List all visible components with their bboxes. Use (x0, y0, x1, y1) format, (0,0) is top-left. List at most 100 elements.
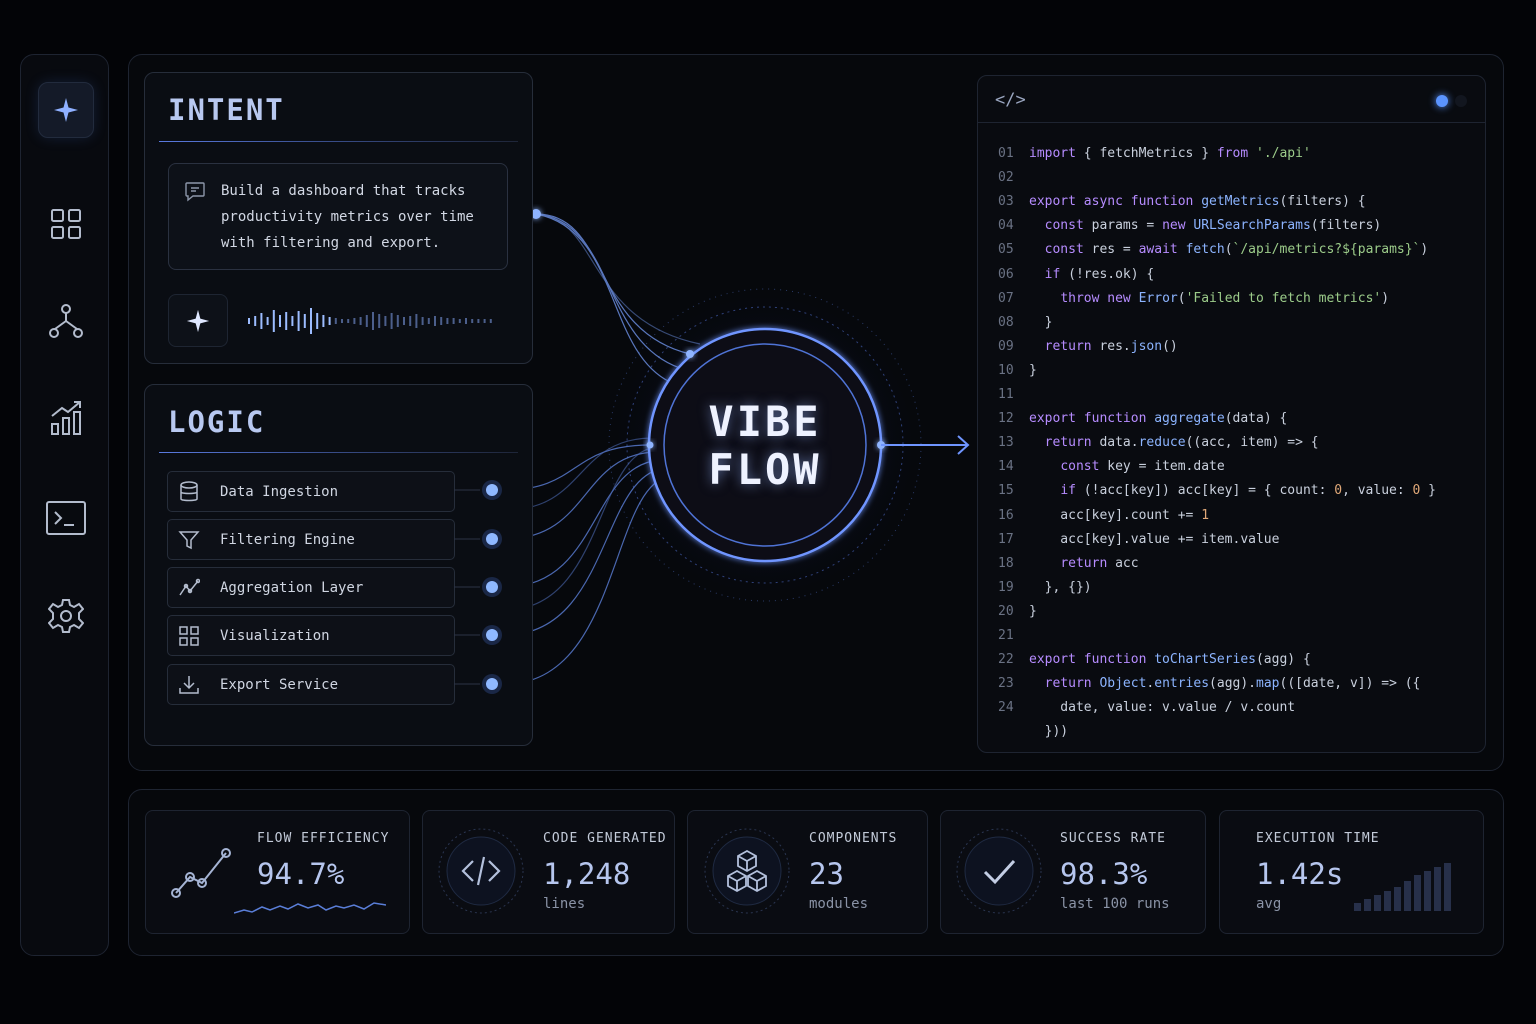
line-number: 13 (998, 435, 1014, 451)
line-number: 09 (998, 338, 1014, 354)
line-code: acc[key].value += item.value (1029, 531, 1280, 547)
sparkle-icon (186, 309, 210, 332)
waveform-bar (272, 310, 275, 332)
stat-sub: modules (809, 896, 869, 912)
waveform-bar (477, 319, 480, 323)
bars-icon (1354, 863, 1451, 911)
line-number: 18 (998, 555, 1014, 571)
line-code: } (1029, 314, 1053, 330)
sparkline (234, 902, 386, 914)
line-code: return data.reduce((acc, item) => { (1044, 435, 1319, 451)
waveform-bar (483, 319, 486, 323)
logic-divider (159, 452, 518, 453)
intent-divider (159, 141, 518, 142)
logic-item-visualization[interactable]: Visualization (167, 615, 455, 656)
prompt-line: productivity metrics over time (221, 209, 474, 225)
stat-success-rate: SUCCESS RATE 98.3% last 100 runs (940, 810, 1206, 934)
line-number: 11 (998, 387, 1014, 402)
waveform-bar (427, 318, 430, 324)
line-code: }, {}) (1029, 579, 1092, 595)
waveform-bar (384, 316, 387, 326)
line-code: date, value: v.value / v.count (1029, 700, 1296, 716)
line-number: 05 (998, 242, 1014, 258)
logic-item-export-service[interactable]: Export Service (167, 664, 455, 705)
line-code: if (!acc[key]) acc[key] = { count: 0, va… (1060, 483, 1437, 499)
stat-sub: lines (543, 896, 586, 912)
waveform-bar (254, 316, 257, 326)
waveform-bar (359, 317, 362, 325)
waveform-bar (266, 317, 269, 325)
logic-item-label: Visualization (220, 628, 330, 644)
stat-label: CODE GENERATED (543, 831, 667, 846)
logic-item-data-ingestion[interactable]: Data Ingestion (167, 471, 455, 512)
waveform-bar (489, 319, 492, 323)
waveform-bar (322, 315, 325, 327)
download-icon (179, 676, 199, 694)
voice-input-button[interactable] (168, 294, 228, 347)
stat-label: FLOW EFFICIENCY (257, 831, 390, 846)
line-code: throw new Error('Failed to fetch metrics… (1060, 290, 1390, 306)
vibe-flow-core[interactable]: VIBE FLOW (663, 398, 867, 494)
waveform-bar (409, 316, 412, 326)
logic-item-label: Data Ingestion (220, 484, 339, 500)
line-code: } (1029, 362, 1037, 378)
waveform-bar (328, 317, 331, 325)
stat-code-generated: CODE GENERATED 1,248 lines (422, 810, 675, 934)
line-number: 23 (998, 676, 1014, 692)
stat-flow-efficiency: FLOW EFFICIENCY 94.7% (145, 810, 410, 934)
window-control[interactable] (1455, 95, 1467, 107)
stat-value: 94.7% (257, 857, 345, 891)
waveform-bar (372, 312, 374, 330)
database-icon (180, 481, 198, 502)
waveform-bar (260, 313, 263, 329)
waveform-bar (465, 318, 467, 324)
line-chart-icon (179, 578, 200, 596)
logic-item-label: Filtering Engine (220, 532, 355, 548)
line-number: 07 (998, 290, 1014, 306)
waveform-bar (279, 315, 281, 327)
line-code: const params = new URLSearchParams(filte… (1044, 218, 1382, 234)
chat-bubble-icon (185, 182, 205, 202)
logic-item-aggregation-layer[interactable]: Aggregation Layer (167, 567, 455, 608)
waveform-bar (334, 318, 337, 324)
waveform-bar (434, 316, 436, 326)
line-code: return acc (1060, 555, 1139, 571)
line-code: acc[key].count += 1 (1029, 507, 1210, 523)
stat-sub: last 100 runs (1060, 896, 1170, 912)
waveform-icon (248, 308, 492, 334)
stat-components: COMPONENTS 23 modules (687, 810, 928, 934)
grid-icon (179, 626, 199, 646)
line-number: 22 (998, 652, 1014, 668)
line-number: 16 (998, 507, 1014, 523)
intent-prompt-box[interactable]: Build a dashboard that tracks productivi… (168, 163, 508, 270)
line-number: 06 (998, 266, 1014, 282)
line-code: return Object.entries(agg).map(([date, v… (1044, 676, 1421, 692)
waveform-bar (415, 314, 418, 328)
line-number: 15 (998, 483, 1014, 499)
line-code: export async function getMetrics(filters… (1029, 194, 1366, 210)
intent-card: INTENT Build a dashboard that tracks pro… (144, 72, 533, 364)
stat-label: EXECUTION TIME (1256, 831, 1380, 846)
line-number: 21 (998, 628, 1014, 643)
line-code: const key = item.date (1060, 459, 1225, 475)
line-number: 12 (998, 411, 1014, 427)
code-icon: </> (995, 90, 1026, 110)
stat-sub: avg (1256, 896, 1282, 912)
logic-item-label: Export Service (220, 677, 339, 693)
intent-prompt-text: Build a dashboard that tracks productivi… (221, 178, 501, 256)
code-editor[interactable]: </> 01 import { fetchMetrics } from './ap… (977, 75, 1486, 753)
waveform-bar (440, 317, 443, 325)
waveform-bar (458, 319, 461, 323)
trend-line-icon (171, 848, 231, 898)
waveform-bar (248, 318, 250, 324)
waveform-bar (297, 311, 300, 331)
intent-title: INTENT (168, 93, 285, 127)
line-number: 20 (998, 603, 1014, 619)
waveform-bar (471, 319, 474, 323)
line-code: import { fetchMetrics } from './api' (1029, 146, 1311, 161)
code-editor-header: </> (978, 76, 1485, 123)
waveform-bar (403, 317, 405, 325)
connector-node[interactable] (482, 480, 502, 694)
logic-item-label: Aggregation Layer (220, 580, 364, 596)
logic-item-filtering-engine[interactable]: Filtering Engine (167, 519, 455, 560)
